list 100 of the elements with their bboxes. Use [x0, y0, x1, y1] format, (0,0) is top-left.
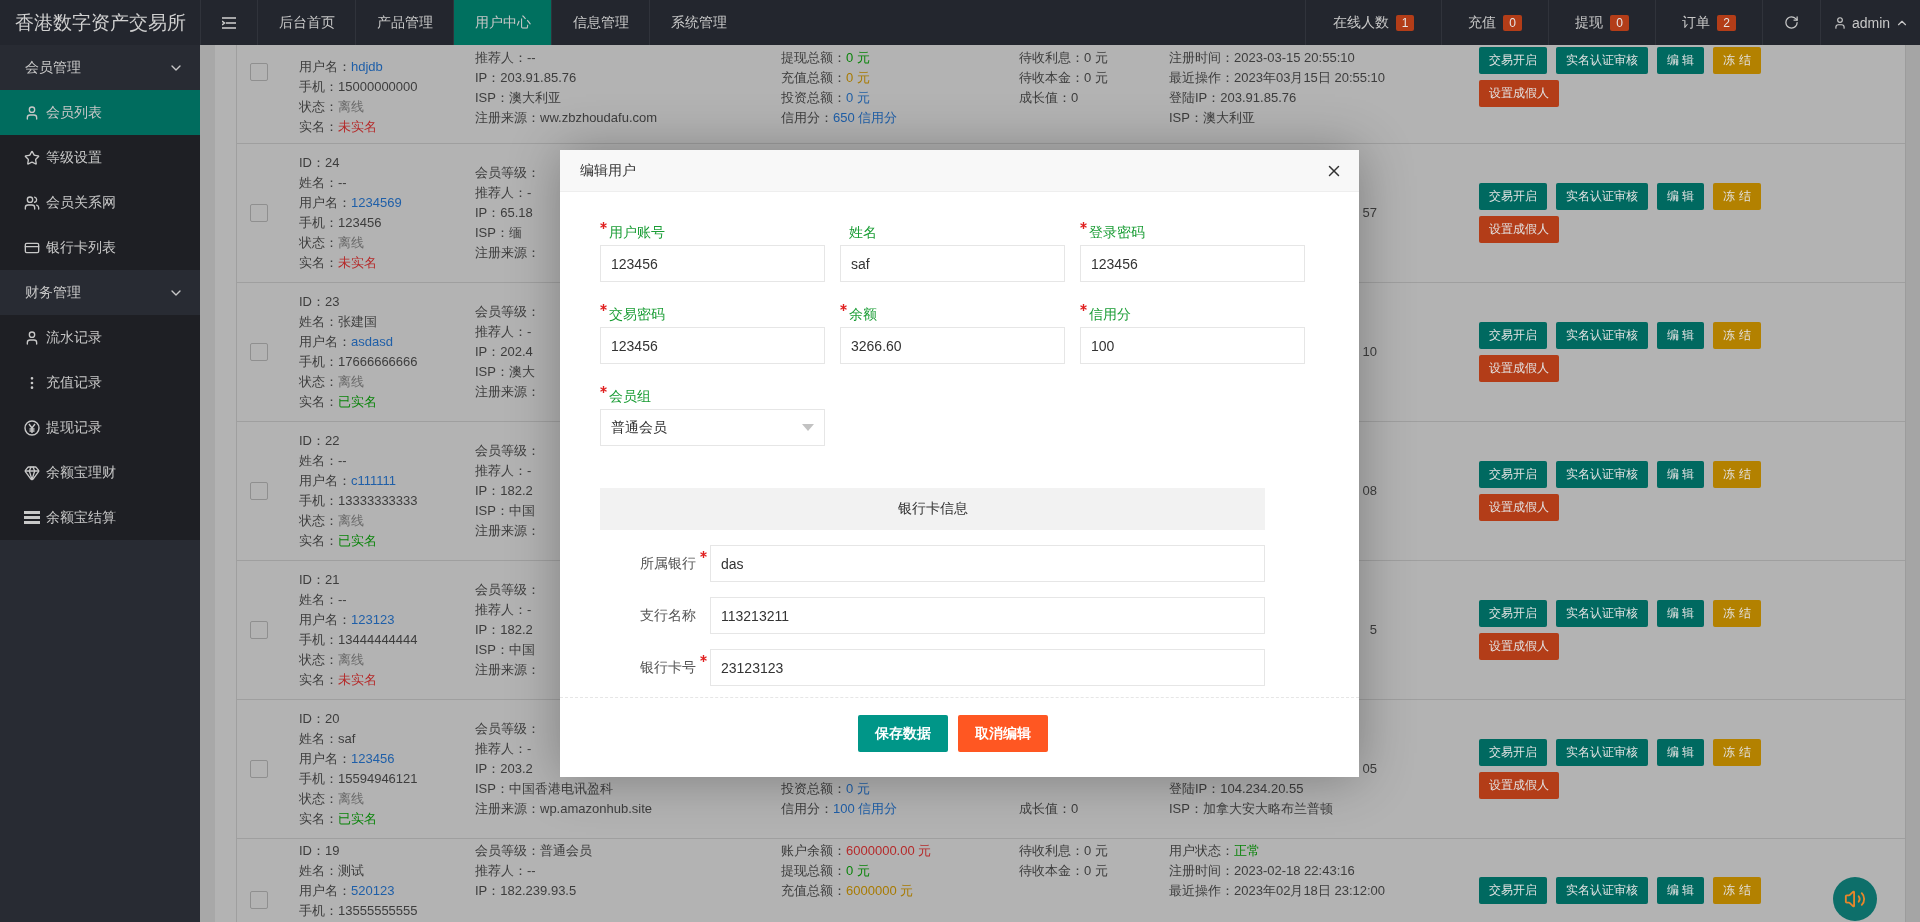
action-button[interactable]: 编 辑 [1657, 322, 1705, 349]
field-label: 支行名称 [639, 606, 696, 625]
save-button[interactable]: 保存数据 [857, 715, 948, 752]
info-text: 手机：123456 [299, 214, 382, 232]
action-button[interactable]: 设置成假人 [1479, 355, 1559, 382]
text-input[interactable]: 100 [1080, 327, 1305, 364]
info-text: 5 [1369, 621, 1377, 639]
checkbox[interactable] [250, 63, 268, 81]
info-text: 充值总额：6000000 元 [781, 882, 914, 900]
action-button[interactable]: 冻 结 [1713, 322, 1761, 349]
menu-item[interactable]: 充值记录 [0, 360, 200, 405]
action-button[interactable]: 交易开启 [1479, 600, 1547, 627]
action-button[interactable]: 实名认证审核 [1556, 47, 1648, 74]
action-button[interactable]: 交易开启 [1479, 877, 1547, 904]
info-text: 姓名：-- [299, 174, 347, 192]
cancel-button[interactable]: 取消编辑 [957, 715, 1048, 752]
menu-item[interactable]: 会员关系网 [0, 180, 200, 225]
action-button[interactable]: 冻 结 [1713, 183, 1761, 210]
text-input[interactable]: saf [840, 245, 1065, 282]
action-button[interactable]: 实名认证审核 [1556, 739, 1648, 766]
text-input[interactable]: 123456 [600, 245, 825, 282]
action-button[interactable]: 编 辑 [1657, 600, 1705, 627]
info-text: 提现总额：0 元 [781, 49, 870, 67]
checkbox[interactable] [250, 891, 268, 909]
menu-item[interactable]: 提现记录 [0, 405, 200, 450]
info-text: 推荐人：- [475, 184, 532, 202]
action-button[interactable]: 冻 结 [1713, 739, 1761, 766]
checkbox[interactable] [250, 621, 268, 639]
text-input[interactable]: 123456 [600, 327, 825, 364]
info-text: 实名：已实名 [299, 532, 377, 550]
action-button[interactable]: 实名认证审核 [1556, 183, 1648, 210]
action-button[interactable]: 设置成假人 [1479, 494, 1559, 521]
menu-item[interactable]: 会员列表 [0, 90, 200, 135]
checkbox[interactable] [250, 482, 268, 500]
action-button[interactable]: 交易开启 [1479, 47, 1547, 74]
username-link[interactable]: hdjdb [351, 57, 383, 77]
username-link[interactable]: 123456 [351, 749, 395, 769]
info-text: 会员等级： [475, 164, 540, 182]
text-input[interactable]: 3266.60 [840, 327, 1065, 364]
action-button[interactable]: 编 辑 [1657, 47, 1705, 74]
action-button[interactable]: 设置成假人 [1479, 216, 1559, 243]
action-button[interactable]: 交易开启 [1479, 739, 1547, 766]
info-text: ID：24 [299, 154, 340, 172]
username-link[interactable]: c111111 [351, 471, 397, 491]
info-text: 05 [1362, 760, 1377, 778]
info-text: ISP：澳大利亚 [1169, 109, 1255, 127]
checkbox[interactable] [250, 760, 268, 778]
field-label: 登录密码 [1089, 223, 1145, 242]
text-input[interactable]: das [710, 545, 1265, 582]
info-text: 推荐人：-- [475, 49, 536, 67]
action-button[interactable]: 设置成假人 [1479, 772, 1559, 799]
field-label: 信用分 [1089, 305, 1131, 324]
checkbox[interactable] [250, 343, 268, 361]
info-text: 信用分：650 信用分 [781, 109, 898, 127]
menu-item[interactable]: 流水记录 [0, 315, 200, 360]
nav-tab[interactable]: 用户中心 [453, 0, 551, 45]
username-link[interactable]: 1234569 [351, 193, 402, 213]
info-text: 状态：离线 [299, 373, 364, 391]
username-link[interactable]: 123123 [351, 610, 395, 630]
menu-item[interactable]: 等级设置 [0, 135, 200, 180]
action-button[interactable]: 冻 结 [1713, 877, 1761, 904]
text-input[interactable]: 123456 [1080, 245, 1305, 282]
action-button[interactable]: 冻 结 [1713, 47, 1761, 74]
refresh-icon[interactable] [1784, 15, 1799, 30]
action-button[interactable]: 交易开启 [1479, 461, 1547, 488]
action-button[interactable]: 编 辑 [1657, 739, 1705, 766]
text-input[interactable]: 23123123 [710, 649, 1265, 686]
checkbox[interactable] [250, 204, 268, 222]
action-button[interactable]: 实名认证审核 [1556, 461, 1648, 488]
menu-item[interactable]: 银行卡列表 [0, 225, 200, 270]
action-button[interactable]: 编 辑 [1657, 183, 1705, 210]
action-button[interactable]: 编 辑 [1657, 877, 1705, 904]
action-button[interactable]: 交易开启 [1479, 322, 1547, 349]
text-input[interactable]: 113213211 [710, 597, 1265, 634]
info-text: 会员等级： [475, 720, 540, 738]
action-button[interactable]: 设置成假人 [1479, 633, 1559, 660]
menu-item[interactable]: 余额宝结算 [0, 495, 200, 540]
username-link[interactable]: asdasd [351, 332, 393, 352]
menu-icon[interactable] [222, 16, 236, 29]
action-button[interactable]: 冻 结 [1713, 600, 1761, 627]
info-text: 姓名：-- [299, 591, 347, 609]
info-text: 推荐人：- [475, 740, 532, 758]
info-text: 10 [1362, 343, 1377, 361]
info-text: IP：203.91.85.76 [475, 69, 577, 87]
action-button[interactable]: 交易开启 [1479, 183, 1547, 210]
menu-item[interactable]: 余额宝理财 [0, 450, 200, 495]
action-button[interactable]: 实名认证审核 [1556, 877, 1648, 904]
section-header: 银行卡信息 [600, 488, 1265, 530]
username-link[interactable]: 520123 [351, 881, 395, 901]
action-button[interactable]: 设置成假人 [1479, 80, 1559, 107]
action-button[interactable]: 实名认证审核 [1556, 322, 1648, 349]
info-text: ID：22 [299, 432, 340, 450]
action-button[interactable]: 实名认证审核 [1556, 600, 1648, 627]
info-text: 待收本金：0 元 [1019, 69, 1108, 87]
info-text: 实名：未实名 [299, 254, 377, 272]
action-button[interactable]: 编 辑 [1657, 461, 1705, 488]
action-button[interactable]: 冻 结 [1713, 461, 1761, 488]
info-text: 待收利息：0 元 [1019, 49, 1108, 67]
field-label: 所属银行 [639, 554, 696, 573]
select-field[interactable]: 普通会员 [600, 409, 825, 446]
